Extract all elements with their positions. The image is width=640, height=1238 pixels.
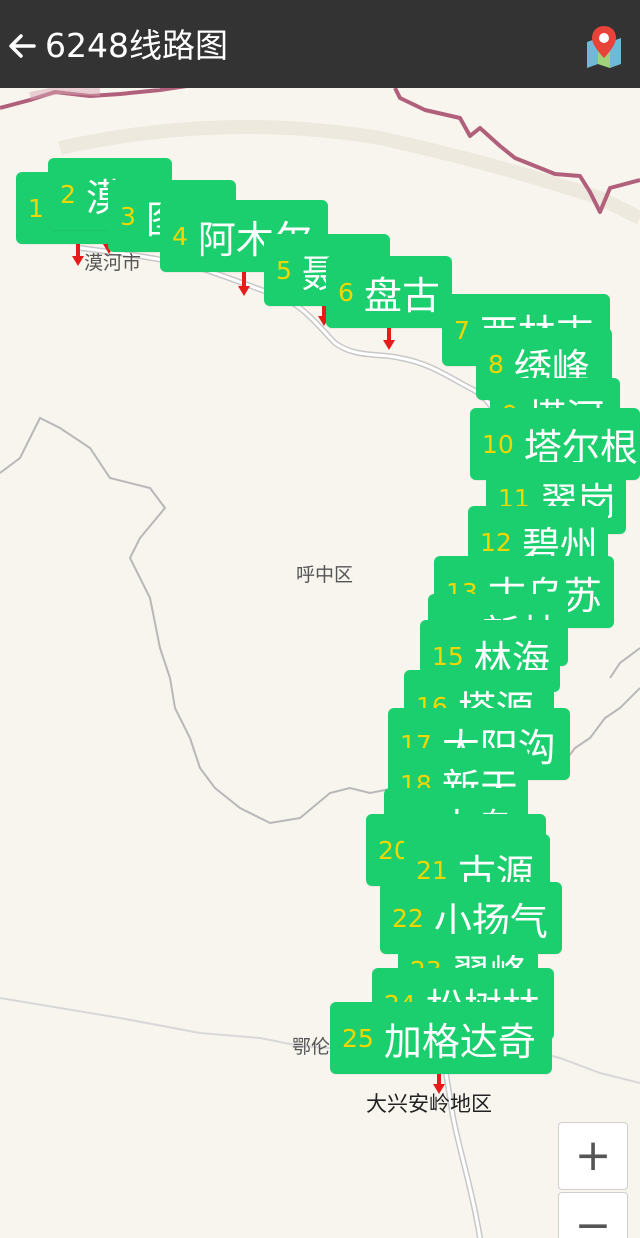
stop-number: 10 [482,429,514,459]
stop-number: 2 [60,179,76,209]
page-title: 6248线路图 [45,26,228,65]
stop-number: 3 [120,201,136,231]
stop-number: 5 [276,255,292,285]
stop-number: 15 [432,641,464,671]
stop-number: 7 [454,315,470,345]
stop-number: 22 [392,903,424,933]
stop-number: 6 [338,277,354,307]
stop-marker-icon [238,268,250,296]
stop-number: 25 [342,1023,374,1053]
stop-number: 8 [488,349,504,379]
place-label-elun: 鄂伦 [292,1036,331,1058]
stop-number: 1 [28,193,44,223]
stop-number: 12 [480,527,512,557]
place-label-daxinganling: 大兴安岭地区 [366,1092,492,1116]
stop-label-6[interactable]: 6 盘古 [326,256,452,328]
stop-label-25[interactable]: 25 加格达奇 [330,1002,552,1074]
map-pin-icon[interactable] [584,24,624,68]
stop-number: 4 [172,221,188,251]
top-bar: 6248线路图 [0,0,640,88]
stop-name: 加格达奇 [383,1019,536,1064]
arrow-left-icon[interactable] [6,30,38,62]
stop-name: 盘古 [363,273,440,318]
zoom-in-button[interactable]: + [558,1122,628,1190]
map-view[interactable]: 漠河市 呼中区 鄂伦 大兴安岭地区 1漠 2漠 3图 4阿木尔 5聂 6盘古 7… [0,88,640,1238]
place-label-huzhong: 呼中区 [296,564,354,586]
zoom-out-button[interactable]: − [558,1192,628,1238]
stop-number: 21 [416,855,448,885]
